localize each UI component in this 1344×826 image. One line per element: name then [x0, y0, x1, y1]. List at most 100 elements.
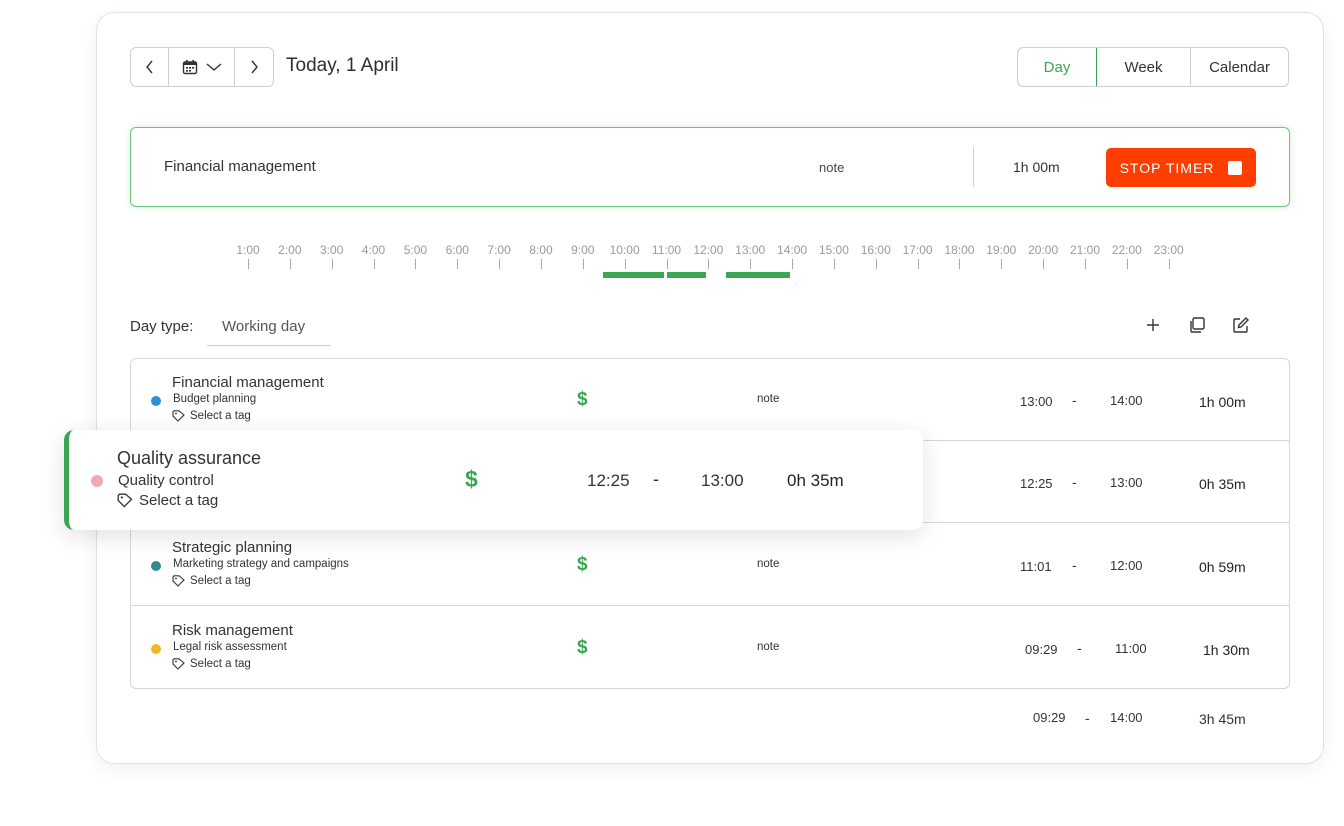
select-tag-button[interactable]: Select a tag — [172, 658, 251, 670]
tag-label: Select a tag — [190, 575, 251, 587]
entry-project[interactable]: Legal risk assessment — [173, 641, 287, 653]
total-separator: - — [1085, 710, 1090, 726]
timeline-tick — [624, 259, 626, 269]
table-row[interactable]: Strategic planning Marketing strategy an… — [131, 524, 1289, 606]
timeline-hour-label: 9:00 — [571, 243, 595, 257]
timeline-hour-label: 4:00 — [361, 243, 386, 257]
timeline-hour-label: 13:00 — [735, 243, 766, 257]
timeline-hour-label: 3:00 — [320, 243, 344, 257]
previous-day-button[interactable] — [131, 48, 169, 86]
tab-day[interactable]: Day — [1018, 48, 1097, 86]
timeline-hour-label: 22:00 — [1111, 243, 1142, 257]
entry-task[interactable]: Risk management — [172, 622, 293, 639]
entry-project[interactable]: Marketing strategy and campaigns — [173, 558, 349, 570]
timeline-tick — [1168, 259, 1170, 269]
project-color-dot — [151, 644, 161, 654]
entry-task[interactable]: Quality assurance — [117, 448, 261, 469]
select-tag-button[interactable]: Select a tag — [172, 575, 251, 587]
calendar-picker-button[interactable] — [169, 48, 235, 86]
tab-calendar[interactable]: Calendar — [1191, 48, 1288, 86]
tag-label: Select a tag — [139, 492, 219, 509]
tab-week[interactable]: Week — [1097, 48, 1191, 86]
timeline-tick — [582, 259, 584, 269]
entry-note[interactable]: note — [757, 393, 779, 405]
timer-task-name[interactable]: Financial management — [164, 158, 316, 175]
time-separator: - — [1072, 557, 1077, 573]
chevron-right-icon — [251, 60, 258, 74]
edit-entries-button[interactable] — [1230, 314, 1252, 336]
entry-end-time[interactable]: 14:00 — [1110, 393, 1143, 408]
entry-note[interactable]: note — [757, 558, 779, 570]
stop-timer-button[interactable]: STOP TIMER — [1106, 148, 1256, 187]
dollar-icon[interactable]: $ — [577, 637, 588, 659]
next-day-button[interactable] — [235, 48, 273, 86]
timeline-tick — [666, 259, 668, 269]
select-tag-button[interactable]: Select a tag — [172, 410, 251, 422]
timeline-tracked-segment[interactable] — [603, 272, 665, 278]
entry-duration[interactable]: 1h 30m — [1203, 642, 1250, 658]
timeline-tick — [750, 259, 752, 269]
timeline-tick — [373, 259, 375, 269]
time-separator: - — [653, 469, 659, 489]
time-separator: - — [1077, 640, 1082, 656]
entry-project[interactable]: Budget planning — [173, 393, 256, 405]
timer-note[interactable]: note — [819, 160, 844, 175]
entry-duration[interactable]: 0h 35m — [1199, 476, 1246, 492]
project-color-dot — [151, 396, 161, 406]
entry-task[interactable]: Strategic planning — [172, 539, 292, 556]
timeline-tracked-segment[interactable] — [725, 272, 791, 278]
project-color-dot — [151, 561, 161, 571]
entry-start-time[interactable]: 12:25 — [587, 471, 630, 491]
entry-note[interactable]: note — [757, 641, 779, 653]
timeline-tick — [1085, 259, 1086, 269]
stop-timer-label: STOP TIMER — [1119, 159, 1215, 176]
entry-end-time[interactable]: 13:00 — [1110, 475, 1143, 490]
entry-duration[interactable]: 0h 59m — [1199, 559, 1246, 575]
entry-duration[interactable]: 0h 35m — [787, 471, 844, 491]
timeline-hour-label: 5:00 — [403, 243, 428, 257]
timeline-tick — [792, 259, 794, 269]
dollar-icon[interactable]: $ — [577, 389, 588, 411]
timeline-tick — [1043, 259, 1045, 269]
timeline-hour-label: 17:00 — [902, 243, 933, 257]
time-separator: - — [1072, 474, 1077, 490]
day-type-select[interactable]: Working day — [207, 308, 331, 346]
plus-icon — [1147, 319, 1159, 331]
timeline-tick — [457, 259, 459, 269]
timeline-tick — [833, 259, 835, 269]
timeline-tick — [875, 259, 877, 269]
tag-label: Select a tag — [190, 658, 251, 670]
entry-start-time[interactable]: 13:00 — [1020, 394, 1053, 409]
dollar-icon[interactable]: $ — [577, 554, 588, 576]
select-tag-button[interactable]: Select a tag — [117, 492, 218, 509]
timeline-tick — [331, 259, 333, 269]
timeline-tracked-segment[interactable] — [667, 272, 707, 278]
entry-end-time[interactable]: 11:00 — [1115, 641, 1147, 656]
entry-end-time[interactable]: 12:00 — [1110, 558, 1143, 573]
table-row[interactable]: Risk management Legal risk assessment Se… — [131, 607, 1289, 689]
tag-icon — [172, 410, 185, 422]
timeline-tick — [499, 259, 501, 269]
entry-project[interactable]: Quality control — [118, 472, 214, 489]
copy-icon — [1190, 317, 1205, 333]
entry-duration[interactable]: 1h 00m — [1199, 394, 1246, 410]
timeline-tick — [540, 259, 542, 269]
timeline-tick — [248, 259, 249, 269]
entry-start-time[interactable]: 12:25 — [1020, 476, 1053, 491]
entry-start-time[interactable]: 09:29 — [1025, 642, 1058, 657]
timeline-hour-label: 16:00 — [860, 243, 891, 257]
timeline-tick — [1001, 259, 1003, 269]
day-type-label: Day type: — [130, 318, 194, 335]
timeline-hour-label: 2:00 — [278, 243, 302, 257]
table-row[interactable]: Financial management Budget planning Sel… — [131, 359, 1289, 441]
entry-task[interactable]: Financial management — [172, 374, 324, 391]
tag-icon — [172, 575, 185, 587]
copy-entries-button[interactable] — [1186, 314, 1208, 336]
dollar-icon[interactable]: $ — [465, 466, 478, 493]
date-title: Today, 1 April — [286, 55, 399, 76]
timeline-hour-label: 8:00 — [529, 243, 553, 257]
entry-start-time[interactable]: 11:01 — [1020, 559, 1052, 574]
entry-end-time[interactable]: 13:00 — [701, 471, 744, 491]
add-entry-button[interactable] — [1142, 314, 1164, 336]
dragged-entry-card[interactable]: Quality assurance Quality control Select… — [64, 430, 923, 530]
